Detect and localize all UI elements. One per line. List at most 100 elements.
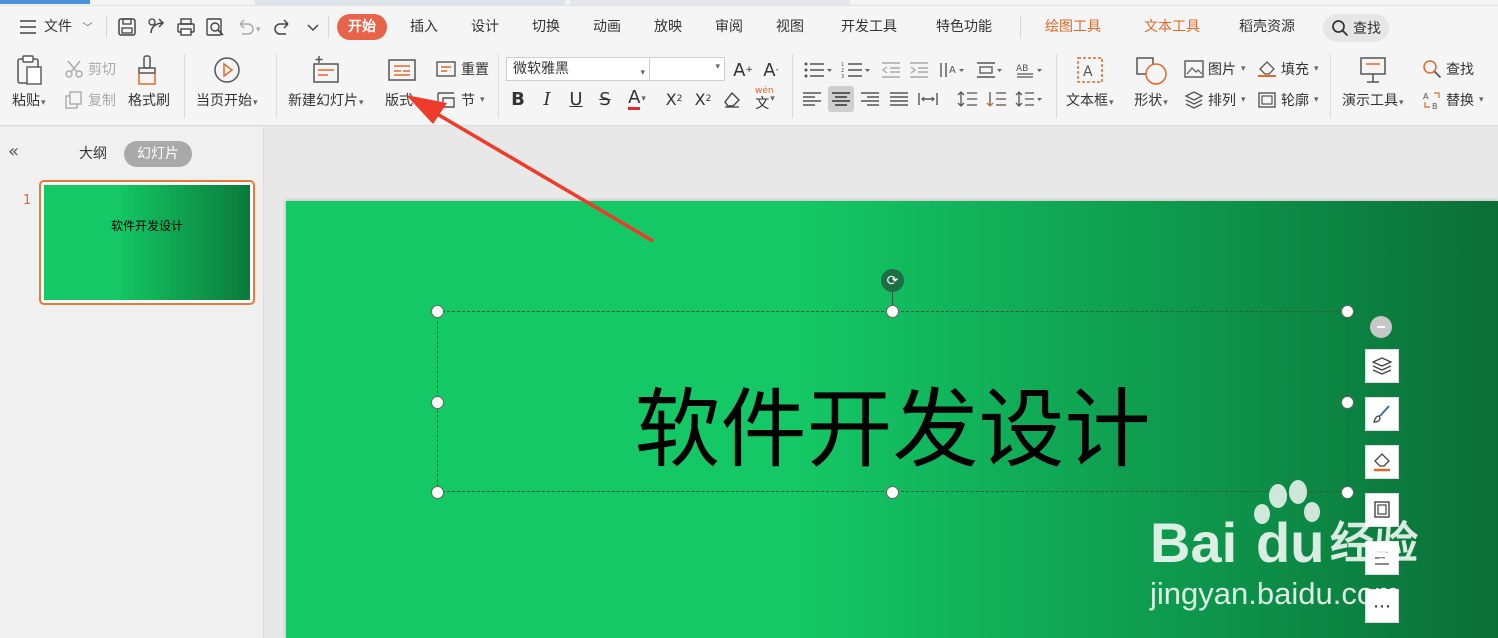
tab-developer[interactable]: 开发工具 bbox=[830, 14, 908, 40]
bold-icon[interactable]: B bbox=[506, 86, 530, 112]
paste-button[interactable]: 粘贴▾ bbox=[12, 54, 46, 110]
tab-outline[interactable]: 大纲 bbox=[66, 141, 120, 167]
resize-handle-bottom-left[interactable] bbox=[431, 486, 444, 499]
justify-icon[interactable] bbox=[886, 86, 912, 112]
brush-icon[interactable] bbox=[1365, 397, 1399, 431]
resize-handle-left[interactable] bbox=[431, 396, 444, 409]
convert-smartart-icon[interactable]: AB bbox=[1014, 57, 1046, 83]
format-painter-button[interactable]: 格式刷 bbox=[128, 54, 170, 110]
spacing-options-icon[interactable] bbox=[1014, 86, 1046, 112]
tab-transitions[interactable]: 切换 bbox=[521, 14, 571, 40]
tab-text-tools[interactable]: 文本工具 bbox=[1133, 14, 1211, 40]
presentation-tools-label: 演示工具 bbox=[1342, 93, 1398, 109]
arrange-button[interactable]: 排列 ▾ bbox=[1184, 90, 1246, 110]
layout-button[interactable]: 版式▾ bbox=[385, 54, 419, 110]
font-name-select[interactable]: 微软雅黑 ▾ bbox=[506, 57, 650, 81]
increase-font-size-icon[interactable]: A + bbox=[731, 57, 755, 83]
outline-button[interactable]: 轮廓 ▾ bbox=[1257, 90, 1319, 110]
print-icon[interactable] bbox=[175, 16, 197, 38]
doc-tab-strip-segment[interactable] bbox=[255, 0, 565, 5]
undo-icon[interactable] bbox=[234, 16, 256, 38]
align-center-icon[interactable] bbox=[828, 86, 854, 112]
caret-down-icon: ▾ bbox=[359, 98, 364, 108]
find-button[interactable]: 查找 bbox=[1422, 59, 1474, 79]
align-right-icon[interactable] bbox=[857, 86, 883, 112]
tab-view[interactable]: 视图 bbox=[765, 14, 815, 40]
rotate-handle-icon[interactable]: ⟳ bbox=[881, 269, 904, 292]
clear-format-icon[interactable] bbox=[720, 86, 744, 112]
picture-button[interactable]: 图片 ▾ bbox=[1184, 59, 1246, 79]
decrease-font-size-icon[interactable]: A- bbox=[759, 57, 783, 83]
outline-icon bbox=[1258, 92, 1276, 108]
layers-icon[interactable] bbox=[1365, 349, 1399, 383]
search-button[interactable]: 查找 bbox=[1323, 14, 1389, 42]
outline-icon[interactable] bbox=[1365, 493, 1399, 527]
presentation-tools-button[interactable]: 演示工具▾ bbox=[1342, 54, 1404, 110]
resize-handle-top[interactable] bbox=[886, 305, 899, 318]
text-direction-icon[interactable]: A bbox=[936, 57, 968, 83]
save-icon[interactable] bbox=[116, 16, 138, 38]
tab-animations[interactable]: 动画 bbox=[582, 14, 632, 40]
file-menu[interactable]: 文件 ﹀ bbox=[44, 14, 92, 40]
more-options-icon[interactable]: ⋯ bbox=[1365, 589, 1399, 623]
shape-button[interactable]: 形状▾ bbox=[1134, 54, 1168, 110]
redo-icon[interactable] bbox=[272, 16, 294, 38]
collapse-panel-icon[interactable]: « bbox=[8, 141, 19, 162]
bullets-icon[interactable] bbox=[802, 57, 834, 83]
subscript-icon[interactable]: X2 bbox=[691, 86, 715, 112]
tab-insert[interactable]: 插入 bbox=[399, 14, 449, 40]
line-spacing-icon[interactable] bbox=[955, 86, 981, 112]
numbering-icon[interactable]: 123 bbox=[840, 57, 872, 83]
fill-button[interactable]: 填充 ▾ bbox=[1257, 59, 1319, 79]
reset-button[interactable]: 重置 bbox=[435, 59, 489, 79]
resize-handle-top-right[interactable] bbox=[1341, 305, 1354, 318]
paragraph-spacing-icon[interactable] bbox=[984, 86, 1010, 112]
tab-slides[interactable]: 幻灯片 bbox=[124, 141, 192, 167]
font-color-icon[interactable]: A ▾ bbox=[622, 86, 652, 112]
caret-down-icon: ▾ bbox=[640, 68, 645, 78]
caret-down-icon: ▾ bbox=[414, 98, 419, 108]
tab-review[interactable]: 审阅 bbox=[704, 14, 754, 40]
fill-bucket-icon[interactable] bbox=[1365, 445, 1399, 479]
increase-indent-icon[interactable] bbox=[906, 57, 932, 83]
tab-home[interactable]: 开始 bbox=[337, 14, 387, 40]
export-icon[interactable] bbox=[146, 16, 168, 38]
customize-toolbar-icon[interactable] bbox=[302, 16, 324, 38]
distributed-icon[interactable] bbox=[915, 86, 941, 112]
slide-title[interactable]: 软件开发设计 bbox=[437, 380, 1348, 480]
doc-tab-strip-segment[interactable] bbox=[570, 0, 850, 5]
textbox-button[interactable]: A 文本框▾ bbox=[1066, 54, 1114, 110]
align-text-icon[interactable] bbox=[974, 57, 1006, 83]
tab-design[interactable]: 设计 bbox=[460, 14, 510, 40]
play-from-current-button[interactable]: 当页开始▾ bbox=[196, 54, 258, 110]
copy-button[interactable]: 复制 bbox=[64, 90, 116, 110]
font-size-select[interactable]: ▾ bbox=[649, 57, 725, 81]
resize-handle-bottom-right[interactable] bbox=[1341, 486, 1354, 499]
tab-docer-resources[interactable]: 稻壳资源 bbox=[1228, 14, 1306, 40]
tab-slideshow[interactable]: 放映 bbox=[643, 14, 693, 40]
italic-icon[interactable]: I bbox=[535, 86, 559, 112]
replace-button[interactable]: AB 替换 ▾ bbox=[1422, 90, 1484, 110]
align-left-icon[interactable] bbox=[799, 86, 825, 112]
resize-handle-bottom[interactable] bbox=[886, 486, 899, 499]
superscript-icon[interactable]: X2 bbox=[662, 86, 686, 112]
decrease-indent-icon[interactable] bbox=[878, 57, 904, 83]
new-slide-button[interactable]: 新建幻灯片▾ bbox=[288, 54, 364, 110]
phonetic-guide-icon[interactable]: wén 文 ▾ bbox=[750, 86, 780, 112]
tab-drawing-tools[interactable]: 绘图工具 bbox=[1034, 14, 1112, 40]
resize-handle-top-left[interactable] bbox=[431, 305, 444, 318]
resize-handle-right[interactable] bbox=[1341, 396, 1354, 409]
active-doc-tab-indicator[interactable] bbox=[0, 0, 90, 4]
collapse-toolbar-icon[interactable] bbox=[1370, 316, 1392, 338]
slide-navigation-panel: « 大纲 幻灯片 1 软件开发设计 bbox=[0, 127, 264, 638]
section-button[interactable]: 节 ▾ bbox=[435, 90, 485, 110]
tab-special-features[interactable]: 特色功能 bbox=[925, 14, 1003, 40]
slide-thumbnail[interactable]: 软件开发设计 bbox=[39, 180, 255, 305]
menu-icon[interactable] bbox=[18, 18, 40, 40]
strikethrough-icon[interactable]: S bbox=[593, 86, 617, 112]
cut-button[interactable]: 剪切 bbox=[64, 59, 116, 79]
undo-dropdown-icon[interactable]: ▾ bbox=[256, 20, 268, 42]
print-preview-icon[interactable] bbox=[204, 16, 226, 38]
underline-icon[interactable]: U bbox=[564, 86, 588, 112]
text-wrap-icon[interactable] bbox=[1365, 541, 1399, 575]
